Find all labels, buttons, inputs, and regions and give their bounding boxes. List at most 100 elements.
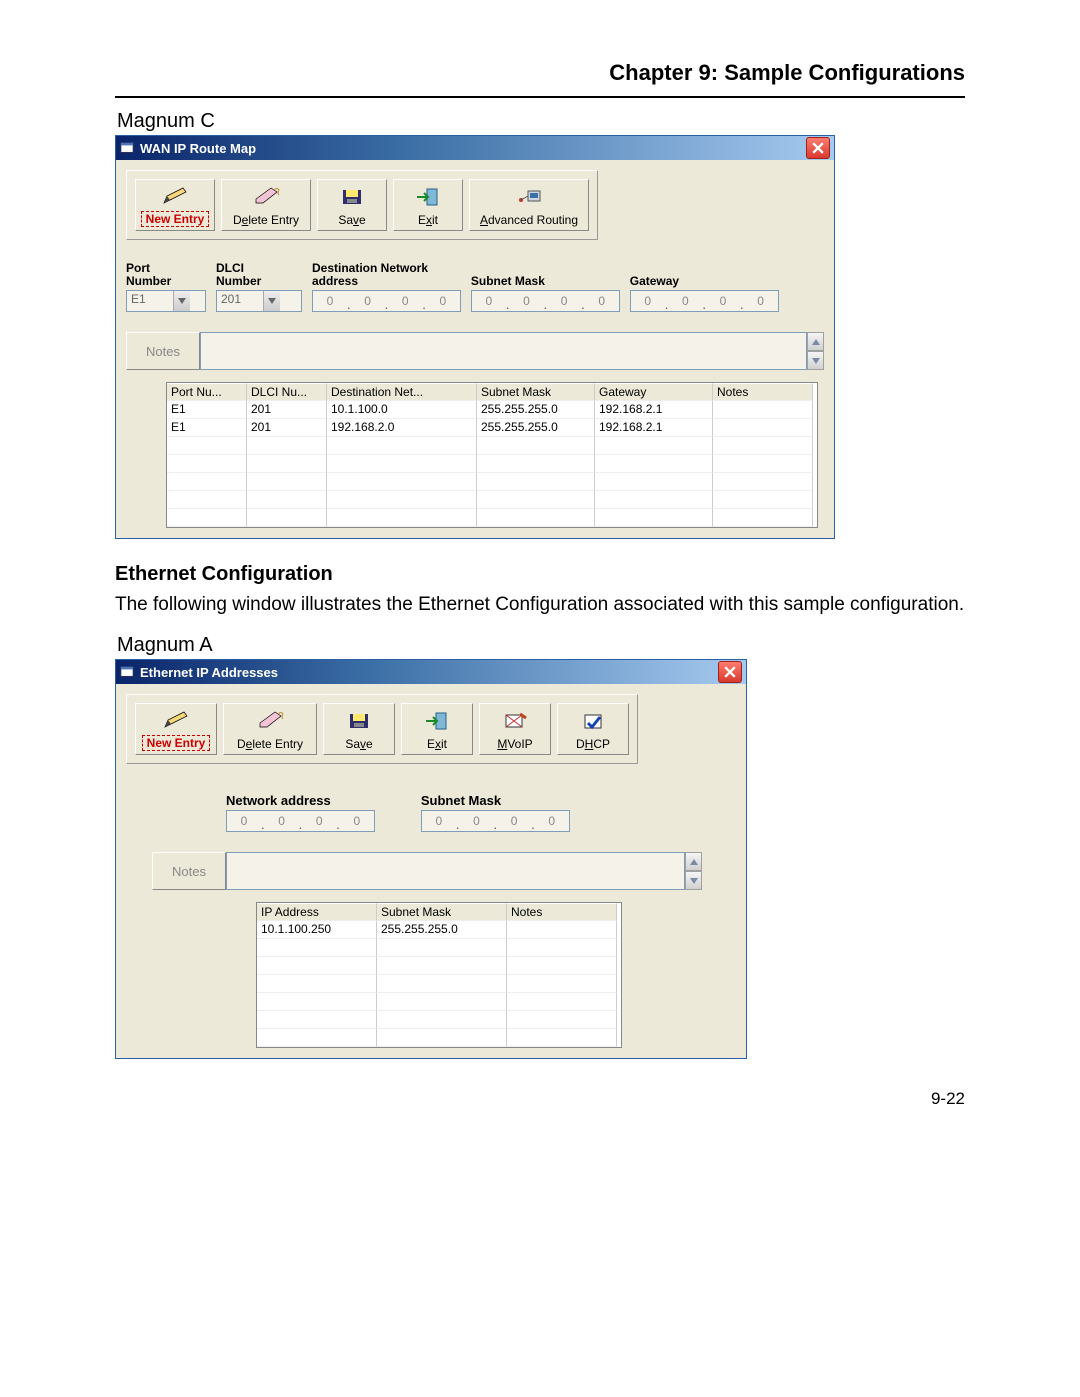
- table-cell: [713, 401, 813, 419]
- table-cell: E1: [167, 419, 247, 437]
- save-icon: [340, 180, 364, 213]
- notes-button[interactable]: Notes: [126, 332, 200, 370]
- caption-magnum-c: Magnum C: [117, 110, 965, 133]
- window-title: WAN IP Route Map: [140, 141, 806, 156]
- table-row-empty: [167, 437, 817, 455]
- pencil-icon: [161, 180, 189, 211]
- exit-button[interactable]: Exit: [393, 179, 463, 231]
- table-cell: 201: [247, 419, 327, 437]
- table-row-empty: [257, 975, 621, 993]
- wan-ip-route-map-window: WAN IP Route Map New Entry: [115, 135, 835, 539]
- save-icon: [347, 704, 371, 737]
- eraser-icon: [255, 704, 285, 737]
- table-cell: 192.168.2.1: [595, 401, 713, 419]
- table-row-empty: [257, 939, 621, 957]
- route-table[interactable]: Port Nu...DLCI Nu...Destination Net...Su…: [166, 382, 818, 528]
- table-row[interactable]: 10.1.100.250255.255.255.0: [257, 921, 621, 939]
- table-row[interactable]: E120110.1.100.0255.255.255.0192.168.2.1: [167, 401, 817, 419]
- window-title: Ethernet IP Addresses: [140, 665, 718, 680]
- column-header[interactable]: Gateway: [595, 383, 713, 401]
- page-number: 9-22: [115, 1089, 965, 1109]
- divider: [115, 96, 965, 98]
- column-header[interactable]: DLCI Nu...: [247, 383, 327, 401]
- notes-button[interactable]: Notes: [152, 852, 226, 890]
- subnet-mask-input[interactable]: 0. 0. 0. 0: [421, 810, 570, 832]
- notes-textarea[interactable]: [226, 852, 685, 890]
- dhcp-icon: [580, 704, 606, 737]
- table-cell: 192.168.2.1: [595, 419, 713, 437]
- pencil-icon: [162, 704, 190, 735]
- ip-address-table[interactable]: IP AddressSubnet MaskNotes10.1.100.25025…: [256, 902, 622, 1048]
- table-row-empty: [167, 509, 817, 527]
- chevron-down-icon: [690, 878, 698, 884]
- table-row-empty: [257, 1011, 621, 1029]
- ethernet-config-heading: Ethernet Configuration: [115, 563, 965, 586]
- table-cell: [507, 921, 617, 939]
- mvoip-icon: [502, 704, 528, 737]
- chevron-up-icon: [812, 339, 820, 345]
- delete-entry-button[interactable]: Delete Entry: [223, 703, 317, 755]
- dlci-number-dropdown[interactable]: 201: [216, 290, 302, 312]
- chapter-title: Chapter 9: Sample Configurations: [115, 60, 965, 86]
- network-address-input[interactable]: 0. 0. 0. 0: [226, 810, 375, 832]
- close-icon: [724, 666, 736, 678]
- chevron-down-icon: [812, 358, 820, 364]
- subnet-mask-input[interactable]: 0. 0. 0. 0: [471, 290, 620, 312]
- chevron-down-icon: [263, 291, 280, 311]
- exit-icon: [424, 704, 450, 737]
- column-header[interactable]: Subnet Mask: [477, 383, 595, 401]
- save-button[interactable]: Save: [323, 703, 395, 755]
- toolbar-panel: New Entry Delete Entry Save: [126, 694, 638, 764]
- destination-ip-input[interactable]: 0. 0. 0. 0: [312, 290, 461, 312]
- table-cell: 10.1.100.0: [327, 401, 477, 419]
- new-entry-label: New Entry: [141, 211, 210, 227]
- table-cell: 201: [247, 401, 327, 419]
- close-button[interactable]: [718, 661, 742, 683]
- notes-scrollbar[interactable]: [807, 332, 824, 370]
- port-number-label: PortNumber: [126, 262, 206, 288]
- advanced-routing-icon: [514, 180, 544, 213]
- column-header[interactable]: Notes: [713, 383, 813, 401]
- notes-scrollbar[interactable]: [685, 852, 702, 890]
- new-entry-button[interactable]: New Entry: [135, 703, 217, 755]
- save-button[interactable]: Save: [317, 179, 387, 231]
- table-row-empty: [167, 455, 817, 473]
- ethernet-config-text: The following window illustrates the Eth…: [115, 592, 965, 618]
- close-button[interactable]: [806, 137, 830, 159]
- column-header[interactable]: Port Nu...: [167, 383, 247, 401]
- subnet-mask-label: Subnet Mask: [421, 794, 570, 808]
- titlebar[interactable]: WAN IP Route Map: [116, 136, 834, 160]
- mvoip-button[interactable]: MVoIP: [479, 703, 551, 755]
- column-header[interactable]: IP Address: [257, 903, 377, 921]
- network-address-label: Network address: [226, 794, 375, 808]
- destination-network-label: Destination Networkaddress: [312, 262, 461, 288]
- ethernet-ip-addresses-window: Ethernet IP Addresses New Entry: [115, 659, 747, 1059]
- eraser-icon: [251, 180, 281, 213]
- exit-button[interactable]: Exit: [401, 703, 473, 755]
- chevron-down-icon: [173, 291, 190, 311]
- table-row-empty: [167, 473, 817, 491]
- table-row-empty: [257, 993, 621, 1011]
- gateway-input[interactable]: 0. 0. 0. 0: [630, 290, 779, 312]
- titlebar[interactable]: Ethernet IP Addresses: [116, 660, 746, 684]
- port-number-dropdown[interactable]: E1: [126, 290, 206, 312]
- chevron-up-icon: [690, 859, 698, 865]
- window-icon: [120, 141, 134, 155]
- new-entry-button[interactable]: New Entry: [135, 179, 215, 231]
- table-cell: 255.255.255.0: [477, 419, 595, 437]
- table-row[interactable]: E1201192.168.2.0255.255.255.0192.168.2.1: [167, 419, 817, 437]
- column-header[interactable]: Subnet Mask: [377, 903, 507, 921]
- dhcp-button[interactable]: DHCP: [557, 703, 629, 755]
- column-header[interactable]: Notes: [507, 903, 617, 921]
- table-cell: 255.255.255.0: [377, 921, 507, 939]
- column-header[interactable]: Destination Net...: [327, 383, 477, 401]
- close-icon: [812, 142, 824, 154]
- dlci-number-label: DLCINumber: [216, 262, 302, 288]
- advanced-routing-button[interactable]: Advanced Routing: [469, 179, 589, 231]
- notes-textarea[interactable]: [200, 332, 807, 370]
- table-cell: 10.1.100.250: [257, 921, 377, 939]
- table-row-empty: [257, 1029, 621, 1047]
- table-cell: 255.255.255.0: [477, 401, 595, 419]
- toolbar-panel: New Entry Delete Entry Save: [126, 170, 598, 240]
- delete-entry-button[interactable]: Delete Entry: [221, 179, 311, 231]
